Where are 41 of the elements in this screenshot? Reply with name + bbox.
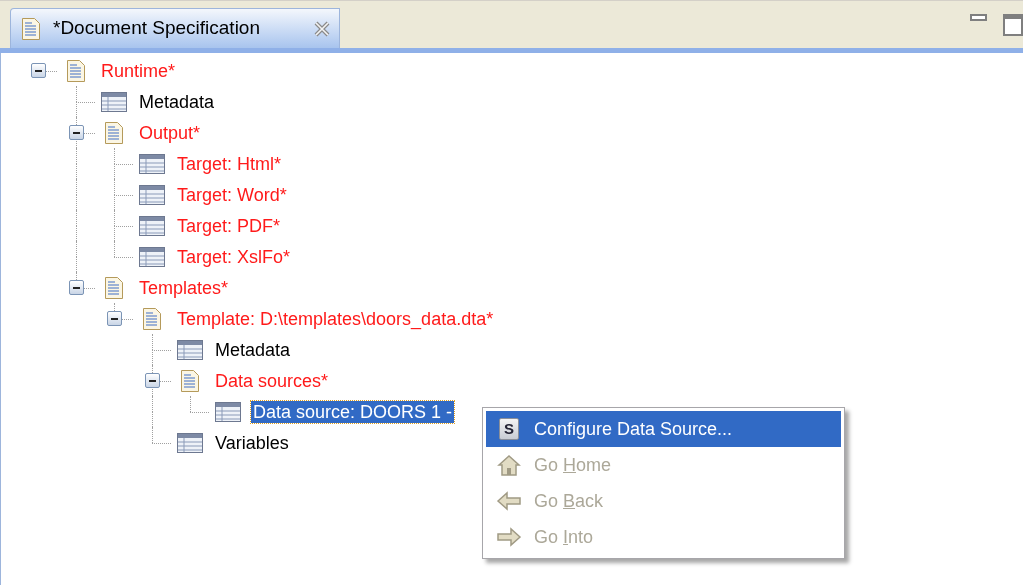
table-icon (139, 184, 165, 205)
tree-item[interactable]: Target: XslFo* (175, 245, 293, 268)
table-icon (177, 339, 203, 360)
collapse-button[interactable] (31, 63, 46, 78)
editor-tab[interactable]: *Document Specification (10, 8, 340, 48)
collapse-button[interactable] (145, 373, 160, 388)
tree-item[interactable]: Metadata (213, 338, 293, 361)
back-arrow-icon (496, 491, 522, 511)
close-icon[interactable] (313, 19, 331, 38)
collapse-button[interactable] (69, 125, 84, 140)
table-icon (139, 246, 165, 267)
document-icon (104, 275, 124, 300)
tree-item[interactable]: Output* (137, 121, 203, 144)
table-icon (215, 401, 241, 422)
maximize-button[interactable] (1003, 14, 1023, 36)
document-icon (21, 16, 41, 41)
tree-item[interactable]: Templates* (137, 276, 231, 299)
minimize-button[interactable] (970, 14, 987, 21)
tree-item[interactable]: Runtime* (99, 59, 178, 82)
home-icon (497, 454, 521, 476)
table-icon (177, 432, 203, 453)
document-icon (180, 368, 200, 393)
table-icon (101, 91, 127, 112)
tree-item[interactable]: Target: Word* (175, 183, 289, 206)
tree-item[interactable]: Target: PDF* (175, 214, 283, 237)
tree-item[interactable]: Data source: DOORS 1 - (251, 400, 455, 423)
document-icon (66, 58, 86, 83)
document-icon (104, 120, 124, 145)
tree-item[interactable]: Template: D:\templates\doors_data.dta* (175, 307, 496, 330)
tree-item[interactable]: Variables (213, 431, 291, 454)
tree-item[interactable]: Metadata (137, 90, 217, 113)
collapse-button[interactable] (107, 311, 122, 326)
tree-item[interactable]: Target: Html* (175, 152, 284, 175)
source-icon: S (499, 418, 519, 440)
table-icon (139, 215, 165, 236)
forward-arrow-icon (496, 527, 522, 547)
table-icon (139, 153, 165, 174)
document-icon (142, 306, 162, 331)
collapse-button[interactable] (69, 280, 84, 295)
tree-item[interactable]: Data sources* (213, 369, 331, 392)
menu-item[interactable]: S Configure Data Source... (486, 411, 841, 447)
